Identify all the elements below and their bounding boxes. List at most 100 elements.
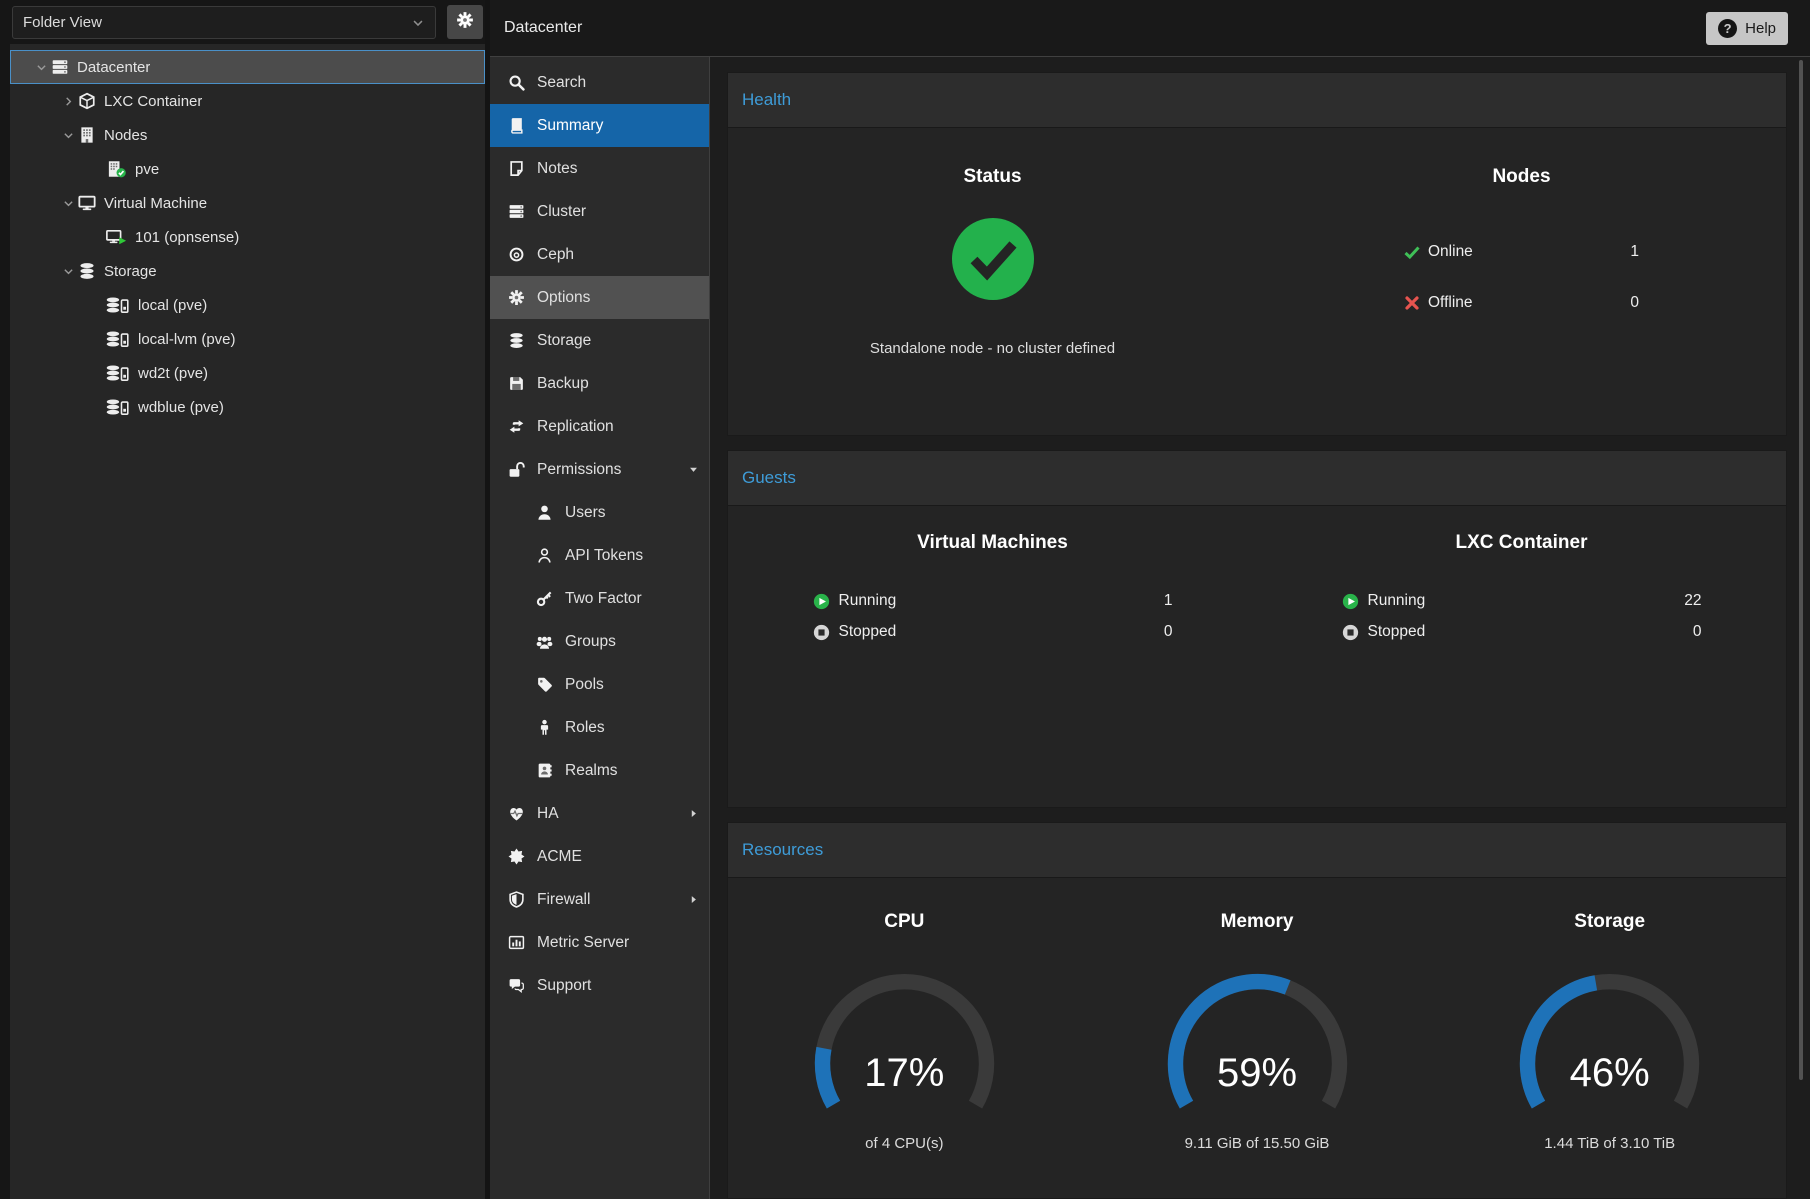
nav-item-options[interactable]: Options — [490, 276, 709, 319]
health-panel: Health Status Standalone node - no clust… — [727, 72, 1787, 436]
resource-tree-region: Folder View Datacenter LXC Container Nodes… — [0, 0, 485, 1199]
tree-item-label: Storage — [104, 263, 157, 280]
book-icon — [505, 117, 527, 134]
gauge-cpu-chart: 17% — [802, 961, 1007, 1113]
guest-state-label: Stopped — [839, 623, 897, 641]
burst-icon — [505, 848, 527, 865]
key-icon — [533, 590, 555, 607]
guests-panel: Guests Virtual MachinesRunning1Stopped0L… — [727, 450, 1787, 808]
expander-down-icon[interactable] — [58, 129, 78, 142]
nav-item-api-tokens[interactable]: API Tokens — [490, 534, 709, 577]
nav-item-groups[interactable]: Groups — [490, 620, 709, 663]
nav-item-label: Replication — [537, 418, 614, 436]
tree-item-wd2t-pve[interactable]: wd2t (pve) — [10, 356, 485, 390]
proxmox-app: Folder View Datacenter LXC Container Nodes… — [0, 0, 1810, 1199]
tree-settings-button[interactable] — [447, 5, 483, 39]
caret-right-icon — [688, 894, 699, 905]
nav-item-cluster[interactable]: Cluster — [490, 190, 709, 233]
ceph-icon — [505, 246, 527, 263]
guest-state-label: Running — [839, 592, 897, 610]
status-heading: Status — [963, 166, 1021, 188]
gauge-subtext: 9.11 GiB of 15.50 GiB — [1185, 1135, 1330, 1152]
status-message: Standalone node - no cluster defined — [870, 340, 1115, 357]
nav-item-backup[interactable]: Backup — [490, 362, 709, 405]
nav-item-search[interactable]: Search — [490, 61, 709, 104]
tree-item-wdblue-pve[interactable]: wdblue (pve) — [10, 390, 485, 424]
nav-item-label: Notes — [537, 160, 578, 178]
page-title: Datacenter — [504, 19, 582, 37]
gauge-percent-value: 46% — [1507, 1051, 1712, 1096]
guest-row-lxc-container-stopped: Stopped0 — [1342, 621, 1702, 643]
tree-item-local-pve[interactable]: local (pve) — [10, 288, 485, 322]
nav-item-storage[interactable]: Storage — [490, 319, 709, 362]
nav-item-ceph[interactable]: Ceph — [490, 233, 709, 276]
gauge-subtext: 1.44 TiB of 3.10 TiB — [1544, 1135, 1675, 1152]
db-drive-icon — [106, 364, 130, 382]
check-icon — [1404, 244, 1420, 260]
help-button[interactable]: ? Help — [1706, 12, 1788, 45]
expander-down-icon[interactable] — [31, 61, 51, 74]
nav-item-users[interactable]: Users — [490, 491, 709, 534]
expander-down-icon[interactable] — [58, 197, 78, 210]
chevron-down-icon — [411, 16, 425, 30]
building-icon — [78, 126, 96, 144]
expander-right-icon[interactable] — [58, 95, 78, 108]
gauge-memory-chart: 59% — [1155, 961, 1360, 1113]
node-status-value: 0 — [1630, 294, 1639, 312]
tree-item-virtual-machine[interactable]: Virtual Machine — [10, 186, 485, 220]
vertical-scrollbar[interactable] — [1799, 60, 1803, 1080]
gauge-heading: Memory — [1221, 911, 1294, 933]
nav-item-realms[interactable]: Realms — [490, 749, 709, 792]
health-panel-title: Health — [742, 90, 791, 110]
nav-item-ha[interactable]: HA — [490, 792, 709, 835]
guest-count-value: 0 — [1693, 623, 1702, 641]
nav-item-label: Two Factor — [565, 590, 642, 608]
nav-item-label: Pools — [565, 676, 604, 694]
nav-item-acme[interactable]: ACME — [490, 835, 709, 878]
gauge-subtext: of 4 CPU(s) — [865, 1135, 943, 1152]
nav-item-notes[interactable]: Notes — [490, 147, 709, 190]
tree-item-storage[interactable]: Storage — [10, 254, 485, 288]
view-mode-select[interactable]: Folder View — [12, 6, 436, 39]
tree-item-nodes[interactable]: Nodes — [10, 118, 485, 152]
tree-item-101-opnsense[interactable]: 101 (opnsense) — [10, 220, 485, 254]
address-book-icon — [533, 762, 555, 779]
guests-column-heading: LXC Container — [1456, 532, 1588, 554]
nav-item-firewall[interactable]: Firewall — [490, 878, 709, 921]
nav-item-summary[interactable]: Summary — [490, 104, 709, 147]
nav-item-pools[interactable]: Pools — [490, 663, 709, 706]
tree-item-pve[interactable]: pve — [10, 152, 485, 186]
nav-item-permissions[interactable]: Permissions — [490, 448, 709, 491]
tree-item-lxc-container[interactable]: LXC Container — [10, 84, 485, 118]
nav-item-label: Permissions — [537, 461, 621, 479]
bar-chart-icon — [505, 934, 527, 951]
user-icon — [533, 504, 555, 521]
expander-down-icon[interactable] — [58, 265, 78, 278]
nav-item-roles[interactable]: Roles — [490, 706, 709, 749]
nav-item-label: Storage — [537, 332, 591, 350]
user-o-icon — [533, 547, 555, 564]
cluster-status-column: Status Standalone node - no cluster defi… — [728, 166, 1257, 436]
tree-item-local-lvm-pve[interactable]: local-lvm (pve) — [10, 322, 485, 356]
heart-pulse-icon — [505, 805, 527, 822]
node-status-value: 1 — [1630, 243, 1639, 261]
nav-item-replication[interactable]: Replication — [490, 405, 709, 448]
db-drive-icon — [106, 296, 130, 314]
nav-item-metric-server[interactable]: Metric Server — [490, 921, 709, 964]
comments-icon — [505, 977, 527, 994]
gauge-percent-value: 59% — [1155, 1051, 1360, 1096]
cube-icon — [78, 92, 96, 110]
guest-row-lxc-container-running: Running22 — [1342, 590, 1702, 612]
guest-count-value: 0 — [1164, 623, 1173, 641]
nav-item-two-factor[interactable]: Two Factor — [490, 577, 709, 620]
stopped-circle-icon — [813, 624, 830, 641]
nav-item-label: Support — [537, 977, 591, 995]
node-status-row-online: Online1 — [1404, 241, 1639, 263]
guests-table: Running22 Stopped0 — [1342, 590, 1702, 652]
guest-state-label: Running — [1368, 592, 1426, 610]
tree-item-label: LXC Container — [104, 93, 202, 110]
gear-icon — [456, 11, 474, 34]
tree-item-datacenter[interactable]: Datacenter — [10, 50, 485, 84]
nav-item-support[interactable]: Support — [490, 964, 709, 1007]
status-ok-check-circle-icon — [952, 218, 1034, 300]
